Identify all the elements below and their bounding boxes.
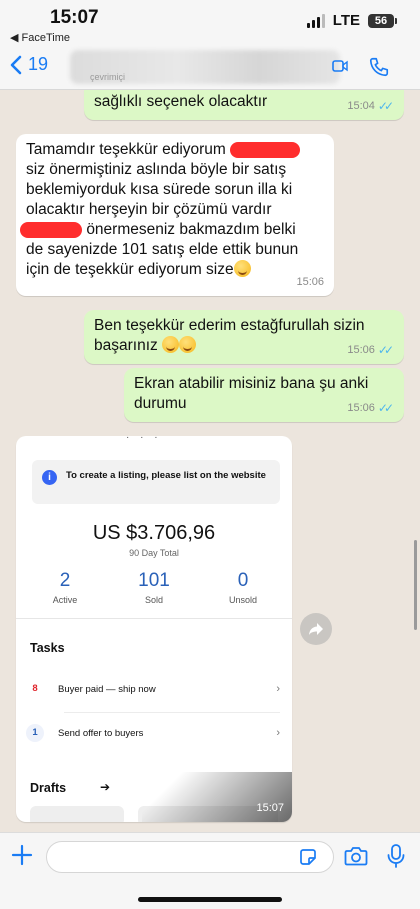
message-time: 15:06 [347, 402, 375, 414]
redaction-mark [230, 141, 301, 158]
message-meta: 15:06 ✓✓ [347, 340, 394, 360]
message-line: Ekran atabilir misiniz bana şu anki [134, 375, 369, 392]
plus-icon[interactable] [10, 843, 34, 867]
message-time: 15:06 [296, 276, 324, 288]
message-line: önermeseniz bakmazdım belki [20, 220, 324, 240]
signal-icon [306, 13, 325, 28]
stat-value: 0 [237, 570, 249, 591]
redaction-mark [20, 221, 82, 238]
home-indicator [138, 897, 282, 902]
stat-label: Sold [144, 595, 163, 605]
image-time: 15:07 [256, 802, 284, 814]
task-row: 8 Buyer paid — ship now › [30, 678, 280, 700]
back-to-app-link[interactable]: ◀ FaceTime [10, 31, 70, 44]
camera-icon[interactable] [344, 845, 368, 867]
network-type: LTE [332, 12, 360, 29]
scroll-indicator[interactable] [414, 540, 417, 630]
message-text: sağlıklı seçenek olacaktır [94, 93, 268, 110]
message-line: Tamamdır teşekkür ediyorum [26, 140, 324, 160]
chat-header: 19 çevrimiçi [0, 46, 420, 90]
listing-notice: i To create a listing, please list on th… [32, 460, 280, 504]
message-line: olacaktır herşeyin bir çözümü vardır [26, 201, 272, 218]
battery-icon: 56 [368, 13, 397, 28]
stat-unsold: 0 Unsold [208, 570, 278, 605]
message-line: beklemiyorduk kısa sürede sorun illa ki [26, 181, 293, 198]
total-amount-label: 90 Day Total [129, 548, 179, 558]
seller-dashboard-screenshot: · · · i To create a listing, please list… [16, 436, 292, 822]
input-bar [0, 832, 420, 909]
image-message[interactable]: · · · i To create a listing, please list… [16, 436, 292, 822]
message-line: siz önermiştiniz aslında böyle bir satış [26, 161, 287, 178]
message-meta: 15:06 ✓✓ [347, 398, 394, 418]
chevron-left-icon [10, 55, 22, 74]
message-time: 15:06 [347, 344, 375, 356]
stat-label: Unsold [228, 595, 257, 605]
message-input[interactable] [46, 841, 334, 873]
message-outgoing[interactable]: sağlıklı seçenek olacaktır 15:04 ✓✓ [84, 90, 404, 120]
task-label: Send offer to buyers [58, 727, 144, 739]
chevron-right-icon: › [276, 683, 280, 695]
divider [64, 712, 280, 713]
status-indicators: LTE 56 [306, 12, 397, 29]
chevron-right-icon: › [276, 727, 280, 739]
message-line: Ben teşekkür ederim estağfurullah sizin [94, 317, 365, 334]
stat-sold: 101 Sold [119, 570, 189, 605]
stat-label: Active [52, 595, 78, 605]
message-line: için de teşekkür ediyorum size [26, 260, 324, 280]
phone-icon[interactable] [368, 56, 390, 78]
task-count: 8 [32, 683, 38, 694]
task-count: 1 [26, 724, 44, 742]
read-receipt-icon: ✓✓ [377, 401, 394, 415]
contact-status: çevrimiçi [90, 72, 125, 82]
tasks-title: Tasks [30, 641, 65, 655]
draft-card [30, 806, 124, 822]
total-amount: US $3.706,96 [92, 522, 216, 544]
drafts-title: Drafts [30, 781, 67, 795]
message-outgoing[interactable]: Ekran atabilir misiniz bana şu anki duru… [124, 368, 404, 422]
stat-active: 2 Active [30, 570, 100, 605]
read-receipt-icon: ✓✓ [377, 99, 394, 113]
image-shade [142, 772, 292, 822]
message-line: de sayenizde 101 satış elde ettik bunun [26, 241, 299, 258]
sticker-icon[interactable] [298, 847, 318, 867]
status-bar: 15:07 ◀ FaceTime LTE 56 [0, 0, 420, 46]
smile-emoji-icon [233, 260, 251, 277]
video-call-icon[interactable] [332, 58, 348, 74]
arrow-right-icon: ➔ [100, 780, 111, 794]
emoji-icon [179, 336, 197, 353]
notice-text: To create a listing, please list on the … [66, 470, 266, 481]
top-ellipsis: · · · [126, 436, 162, 443]
back-button[interactable]: 19 [10, 54, 48, 75]
emoji-icon [162, 336, 180, 353]
forward-icon [309, 623, 323, 635]
message-outgoing[interactable]: Ben teşekkür ederim estağfurullah sizin … [84, 310, 404, 364]
stat-value: 2 [59, 570, 71, 591]
unread-count: 19 [28, 54, 49, 74]
status-time: 15:07 [50, 7, 99, 28]
divider [16, 618, 292, 619]
stat-value: 101 [138, 570, 170, 591]
microphone-icon[interactable] [386, 843, 406, 869]
message-meta: 15:06 [296, 272, 324, 292]
forward-button[interactable] [300, 613, 332, 645]
message-meta: 15:04 ✓✓ [347, 96, 394, 116]
message-time: 15:04 [347, 100, 375, 112]
read-receipt-icon: ✓✓ [377, 343, 394, 357]
task-label: Buyer paid — ship now [58, 683, 156, 695]
task-row: 1 Send offer to buyers › [26, 722, 280, 744]
message-incoming[interactable]: Tamamdır teşekkür ediyorum siz önermişti… [16, 134, 334, 296]
info-icon: i [42, 470, 57, 485]
